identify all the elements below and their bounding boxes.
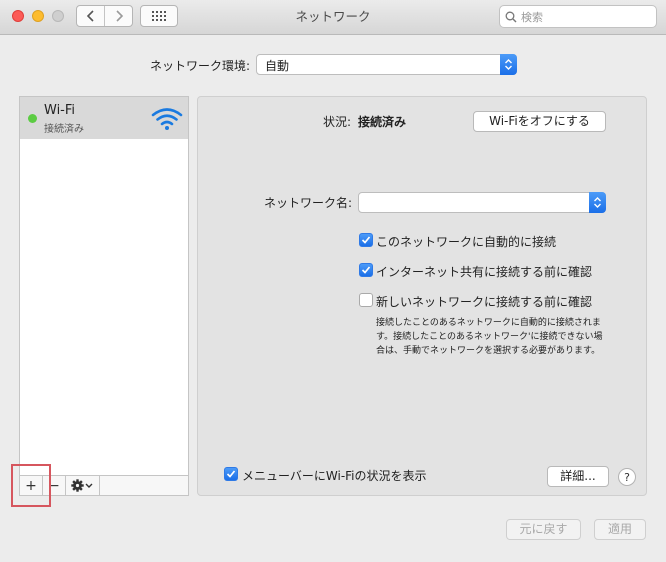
add-button-highlight	[11, 464, 51, 507]
service-list: Wi-Fi 接続済み	[19, 96, 189, 476]
location-label: ネットワーク環境:	[150, 59, 251, 73]
checkmark-icon	[361, 236, 371, 244]
advanced-button[interactable]: 詳細...	[547, 466, 609, 487]
show-in-menubar-label: メニューバーにWi-Fiの状況を表示	[242, 469, 427, 483]
chevron-up-down-icon	[505, 59, 512, 70]
apply-button[interactable]: 適用	[594, 519, 646, 540]
status-value: 接続済み	[358, 115, 407, 129]
title-bar: ネットワーク 検索	[0, 0, 666, 35]
auto-join-label: このネットワークに自動的に接続	[376, 235, 557, 249]
ask-new-network-checkbox[interactable]	[359, 293, 373, 307]
checkmark-icon	[226, 470, 236, 478]
action-menu-button[interactable]	[66, 476, 100, 495]
service-name: Wi-Fi	[44, 103, 76, 118]
chevron-up-down-icon	[594, 197, 601, 208]
search-placeholder: 検索	[521, 10, 543, 24]
search-icon	[505, 11, 517, 22]
status-label: 状況:	[323, 115, 352, 129]
wifi-off-button[interactable]: Wi-Fiをオフにする	[473, 111, 606, 132]
ask-hotspot-label: インターネット共有に接続する前に確認	[376, 265, 593, 279]
gear-icon	[70, 479, 92, 492]
search-field[interactable]: 検索	[499, 5, 657, 28]
service-status: 接続済み	[44, 124, 84, 135]
network-preferences-window: ネットワーク 検索 ネットワーク環境: 自動 Wi-Fi 接続済み + − 状況…	[0, 0, 666, 562]
service-item-wifi[interactable]: Wi-Fi 接続済み	[20, 97, 188, 139]
ask-new-network-label: 新しいネットワークに接続する前に確認	[376, 295, 593, 309]
location-select[interactable]: 自動	[256, 54, 517, 75]
revert-button[interactable]: 元に戻す	[506, 519, 581, 540]
wifi-icon	[151, 108, 183, 130]
help-button[interactable]: ?	[618, 468, 636, 486]
ask-new-network-description: 接続したことのあるネットワークに自動的に接続されます。接続したことのあるネットワ…	[376, 318, 603, 356]
network-name-stepper	[589, 192, 606, 213]
show-in-menubar-checkbox[interactable]	[224, 467, 238, 481]
status-dot	[28, 114, 37, 123]
auto-join-checkbox[interactable]	[359, 233, 373, 247]
network-name-select[interactable]	[358, 192, 606, 213]
network-name-label: ネットワーク名:	[264, 196, 353, 210]
location-select-stepper	[500, 54, 517, 75]
location-value: 自動	[265, 59, 290, 73]
checkmark-icon	[361, 266, 371, 274]
ask-hotspot-checkbox[interactable]	[359, 263, 373, 277]
